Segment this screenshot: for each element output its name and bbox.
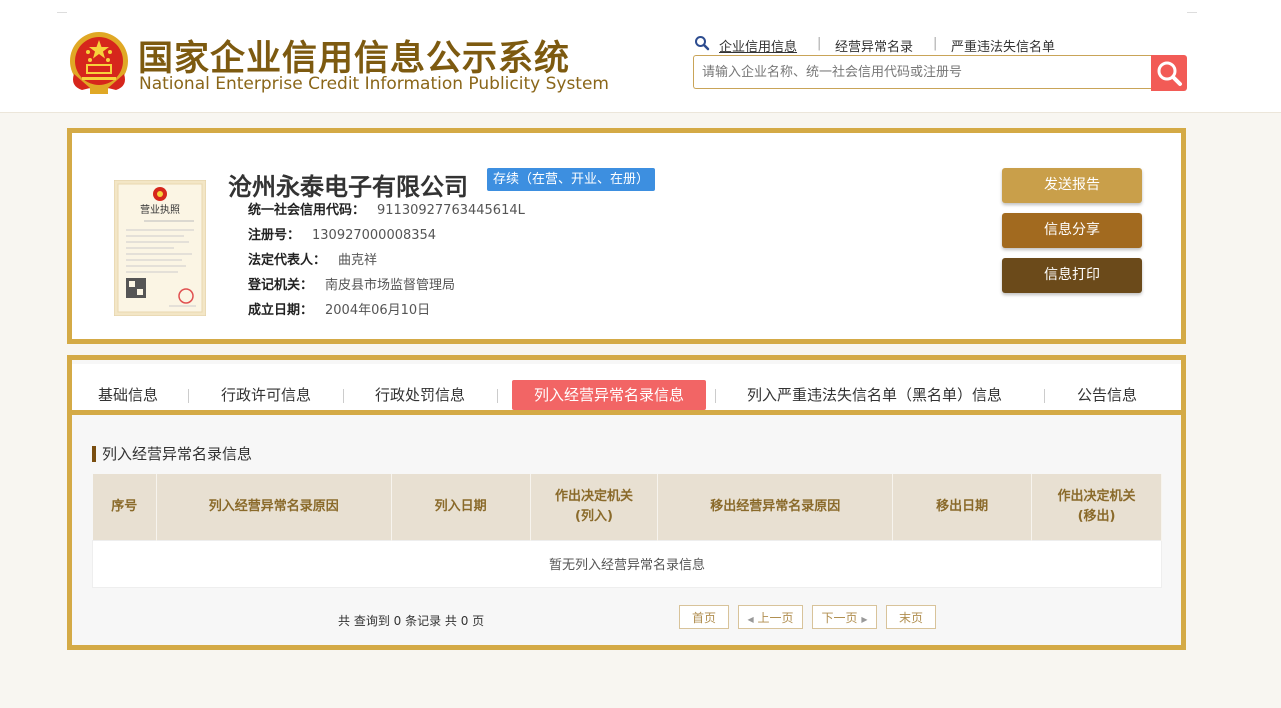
tab-separator <box>343 389 344 403</box>
tab-admin-penalty[interactable]: 行政处罚信息 <box>375 380 465 410</box>
tab-basic-info[interactable]: 基础信息 <box>98 380 158 410</box>
tab-separator <box>715 389 716 403</box>
field-value: 2004年06月10日 <box>325 303 431 318</box>
field-registration-authority: 登记机关： 南皮县市场监督管理局 <box>248 274 455 293</box>
tab-separator <box>1044 389 1045 403</box>
field-credit-code: 统一社会信用代码： 91130927763445614L <box>248 199 525 218</box>
header-divider-right <box>1187 12 1197 13</box>
tab-abnormal-operation[interactable]: 列入经营异常名录信息 <box>512 380 706 410</box>
tab-separator <box>497 389 498 403</box>
field-label: 法定代表人： <box>248 253 327 268</box>
column-header: 作出决定机关 (列入) <box>530 474 659 540</box>
print-info-button[interactable]: 信息打印 <box>1002 258 1142 293</box>
nav-link-serious-violation-list[interactable]: 严重违法失信名单 <box>951 36 1055 55</box>
next-page-button[interactable]: 下一页 ▶ <box>812 605 877 629</box>
field-value: 曲克祥 <box>338 253 378 268</box>
pagination-summary: 共 查询到 0 条记录 共 0 页 <box>338 614 485 628</box>
field-value: 91130927763445614L <box>377 203 525 218</box>
site-header: 国家企业信用信息公示系统 National Enterprise Credit … <box>0 0 1281 113</box>
license-title: 营业执照 <box>140 203 180 216</box>
first-page-button[interactable]: 首页 <box>679 605 729 629</box>
details-card: 基础信息 行政许可信息 行政处罚信息 列入经营异常名录信息 列入严重违法失信名单… <box>67 355 1186 650</box>
field-label: 登记机关： <box>248 278 314 293</box>
search-icon <box>1157 61 1182 86</box>
business-license-image: 营业执照 <box>114 180 206 316</box>
field-value: 130927000008354 <box>312 228 437 243</box>
last-page-label: 末页 <box>898 611 923 625</box>
prev-page-button[interactable]: ◀ 上一页 <box>738 605 803 629</box>
search-button[interactable] <box>1151 55 1187 91</box>
tab-blacklist[interactable]: 列入严重违法失信名单（黑名单）信息 <box>747 380 1002 410</box>
abnormal-list-table: 序号 列入经营异常名录原因 列入日期 作出决定机关 (列入) 移出经营异常名录原… <box>92 474 1162 588</box>
field-label: 统一社会信用代码： <box>248 203 366 218</box>
field-label: 成立日期： <box>248 303 314 318</box>
field-registration-number: 注册号： 130927000008354 <box>248 224 436 243</box>
column-header: 移出经营异常名录原因 <box>657 474 894 540</box>
table-header-row: 序号 列入经营异常名录原因 列入日期 作出决定机关 (列入) 移出经营异常名录原… <box>92 474 1162 540</box>
column-header: 列入经营异常名录原因 <box>156 474 392 540</box>
header-divider-left <box>57 12 67 13</box>
company-summary-card: 营业执照 沧州永泰电子有限公司 存续（在营、开业、在册） 统一社会信用代码： 91… <box>67 128 1186 344</box>
triangle-right-icon: ▶ <box>861 615 868 624</box>
column-header: 序号 <box>92 474 157 540</box>
share-info-button[interactable]: 信息分享 <box>1002 213 1142 248</box>
column-header: 作出决定机关 (移出) <box>1031 474 1162 540</box>
tab-separator <box>188 389 189 403</box>
field-established-date: 成立日期： 2004年06月10日 <box>248 299 430 318</box>
column-header: 列入日期 <box>391 474 531 540</box>
national-emblem-icon <box>70 32 128 94</box>
column-header: 移出日期 <box>892 474 1033 540</box>
status-badge: 存续（在营、开业、在册） <box>487 168 656 191</box>
nav-separator: | <box>817 36 822 51</box>
prev-page-label: 上一页 <box>757 611 794 625</box>
send-report-button[interactable]: 发送报告 <box>1002 168 1142 203</box>
tab-bar: 基础信息 行政许可信息 行政处罚信息 列入经营异常名录信息 列入严重违法失信名单… <box>72 364 1181 415</box>
magnifier-icon <box>695 36 710 51</box>
tab-admin-license[interactable]: 行政许可信息 <box>221 380 311 410</box>
site-title-english: National Enterprise Credit Information P… <box>139 74 609 94</box>
nav-link-enterprise-credit[interactable]: 企业信用信息 <box>719 36 797 55</box>
field-legal-representative: 法定代表人： 曲克祥 <box>248 249 377 268</box>
first-page-label: 首页 <box>691 611 716 625</box>
last-page-button[interactable]: 末页 <box>886 605 936 629</box>
empty-state-text: 暂无列入经营异常名录信息 <box>92 539 1162 588</box>
field-value: 南皮县市场监督管理局 <box>325 278 456 293</box>
nav-link-abnormal-list[interactable]: 经营异常名录 <box>835 36 913 55</box>
table-row: 暂无列入经营异常名录信息 <box>92 539 1162 588</box>
tab-announcements[interactable]: 公告信息 <box>1077 380 1137 410</box>
search-input[interactable] <box>693 55 1151 89</box>
section-title: 列入经营异常名录信息 <box>92 446 252 462</box>
triangle-left-icon: ◀ <box>747 615 754 624</box>
field-label: 注册号： <box>248 228 301 243</box>
nav-separator: | <box>933 36 938 51</box>
next-page-label: 下一页 <box>821 611 858 625</box>
company-name: 沧州永泰电子有限公司 <box>228 173 468 201</box>
